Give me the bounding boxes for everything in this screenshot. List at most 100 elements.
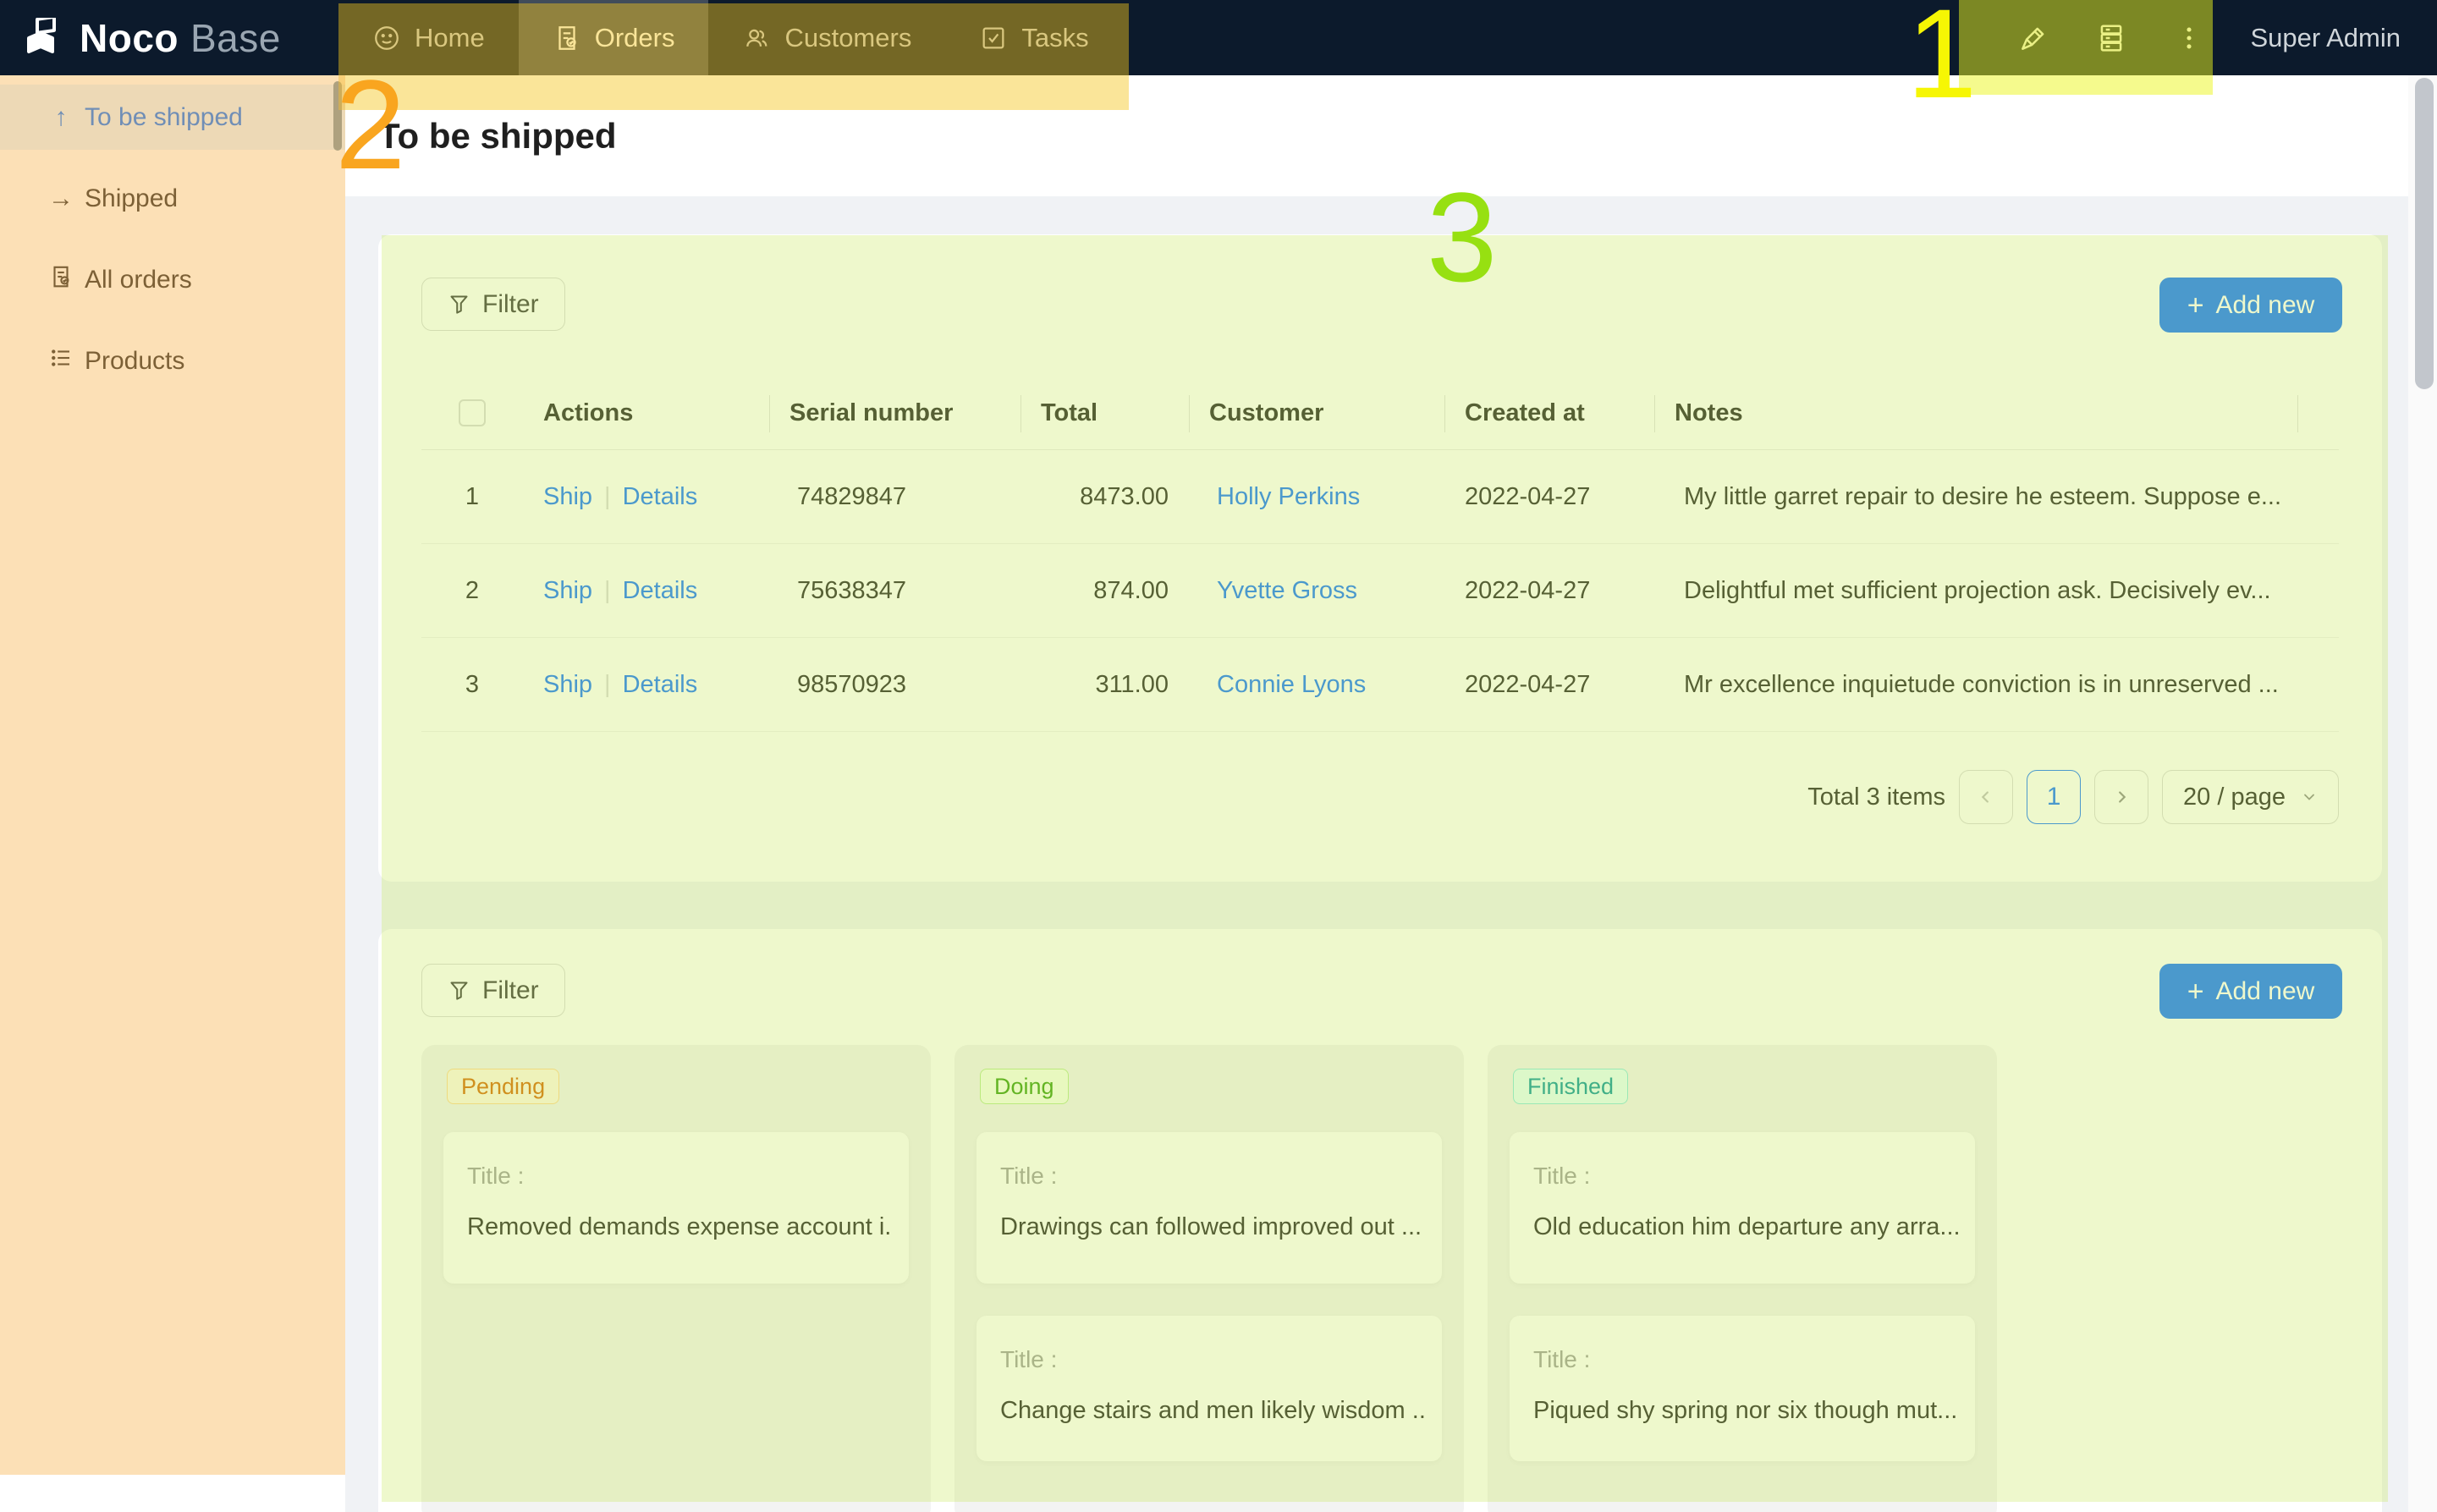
row-total: 874.00 bbox=[1020, 577, 1189, 605]
chevron-left-icon bbox=[1977, 788, 1995, 806]
arrow-up-icon: ↑ bbox=[47, 103, 75, 132]
highlighter-pen-icon[interactable] bbox=[2017, 22, 2049, 54]
orders-table: ActionsSerial numberTotalCustomerCreated… bbox=[421, 377, 2339, 732]
vertical-ellipsis-icon[interactable] bbox=[2173, 22, 2205, 54]
status-tag-pending: Pending bbox=[447, 1069, 559, 1104]
kanban-card-title: Removed demands expense account i... bbox=[467, 1213, 892, 1241]
select-all-checkbox[interactable] bbox=[459, 399, 486, 426]
row-notes: Mr excellence inquietude conviction is i… bbox=[1654, 671, 2297, 699]
nav-item-label: Customers bbox=[784, 23, 911, 53]
nav-item-orders[interactable]: Orders bbox=[519, 0, 709, 75]
kanban-card-field-label: Title : bbox=[1000, 1346, 1057, 1373]
user-menu[interactable]: Super Admin bbox=[2251, 23, 2401, 53]
pagination: Total 3 items 1 20 / page bbox=[1807, 770, 2339, 824]
row-customer: Yvette Gross bbox=[1189, 577, 1444, 605]
kanban-card[interactable]: Title : Change stairs and men likely wisd… bbox=[976, 1316, 1442, 1461]
details-link[interactable]: Details bbox=[623, 671, 698, 698]
action-separator: | bbox=[592, 483, 623, 510]
customer-link[interactable]: Yvette Gross bbox=[1217, 577, 1357, 604]
ship-link[interactable]: Ship bbox=[543, 577, 592, 604]
sidebar-item-shipped[interactable]: → Shipped bbox=[0, 166, 345, 231]
ship-link[interactable]: Ship bbox=[543, 671, 592, 698]
customer-link[interactable]: Holly Perkins bbox=[1217, 483, 1360, 510]
row-index: 3 bbox=[421, 671, 523, 699]
status-tag-finished: Finished bbox=[1513, 1069, 1628, 1104]
row-notes: My little garret repair to desire he est… bbox=[1654, 483, 2297, 511]
page-1-button[interactable]: 1 bbox=[2027, 770, 2081, 824]
nocobase-logo[interactable]: NocoBase bbox=[24, 0, 281, 75]
column-header-Created at: Created at bbox=[1444, 399, 1654, 427]
nav-item-label: Home bbox=[415, 23, 485, 53]
check-square-icon bbox=[979, 24, 1008, 52]
add-new-button[interactable]: + Add new bbox=[2159, 964, 2342, 1019]
row-serial-number: 75638347 bbox=[769, 577, 1020, 605]
table-row[interactable]: 3Ship|Details98570923311.00Connie Lyons2… bbox=[421, 638, 2339, 732]
row-actions: Ship|Details bbox=[523, 483, 769, 511]
column-header-Total: Total bbox=[1020, 399, 1189, 427]
filter-button[interactable]: Filter bbox=[421, 278, 565, 331]
add-new-button[interactable]: + Add new bbox=[2159, 278, 2342, 333]
column-separator bbox=[1020, 395, 1021, 432]
logo-text-noco: Noco bbox=[80, 15, 179, 61]
cube-logo-icon bbox=[24, 18, 68, 58]
page-title: To be shipped bbox=[378, 75, 617, 196]
table-row[interactable]: 2Ship|Details75638347874.00Yvette Gross2… bbox=[421, 544, 2339, 638]
page-header: To be shipped bbox=[345, 75, 2437, 196]
kanban-card[interactable]: Title :Drawings can followed improved ou… bbox=[976, 1132, 1442, 1284]
row-total: 311.00 bbox=[1020, 671, 1189, 699]
main-nav-menu: Home Orders Customers Tasks bbox=[338, 0, 1123, 75]
table-header-row: ActionsSerial numberTotalCustomerCreated… bbox=[421, 377, 2339, 450]
smile-icon bbox=[372, 24, 401, 52]
row-serial-number: 98570923 bbox=[769, 671, 1020, 699]
customer-link[interactable]: Connie Lyons bbox=[1217, 671, 1366, 698]
sidebar-scrollbar-thumb[interactable] bbox=[333, 81, 342, 151]
row-index: 2 bbox=[421, 577, 523, 605]
kanban-card-field-label: Title : bbox=[1533, 1346, 1590, 1373]
list-icon bbox=[47, 345, 75, 377]
details-link[interactable]: Details bbox=[623, 483, 698, 510]
action-separator: | bbox=[592, 671, 623, 698]
filter-button[interactable]: Filter bbox=[421, 964, 565, 1017]
nav-item-home[interactable]: Home bbox=[338, 0, 519, 75]
server-rack-icon[interactable] bbox=[2095, 22, 2127, 54]
arrow-right-icon: → bbox=[47, 184, 75, 213]
kanban-card-title: Piqued shy spring nor six though mut... bbox=[1533, 1397, 1958, 1425]
ship-link[interactable]: Ship bbox=[543, 483, 592, 510]
action-separator: | bbox=[592, 577, 623, 604]
kanban-card-title: Change stairs and men likely wisdom ... bbox=[1000, 1397, 1425, 1425]
status-tag-doing: Doing bbox=[980, 1069, 1069, 1104]
kanban-card-field-label: Title : bbox=[1000, 1163, 1057, 1190]
details-link[interactable]: Details bbox=[623, 577, 698, 604]
kanban-card[interactable]: Title :Old education him departure any a… bbox=[1510, 1132, 1975, 1284]
column-header-Notes: Notes bbox=[1654, 399, 2297, 427]
page-scrollbar-thumb[interactable] bbox=[2415, 78, 2434, 389]
sidebar-item-to-be-shipped[interactable]: ↑To be shipped bbox=[0, 85, 345, 150]
logo-text-base: Base bbox=[190, 15, 281, 61]
tasks-kanban-block: Filter + Add new PendingTitle :Removed d… bbox=[378, 929, 2382, 1512]
sidebar-item-all-orders[interactable]: All orders bbox=[0, 247, 345, 312]
column-separator bbox=[1654, 395, 1655, 432]
page-size-select[interactable]: 20 / page bbox=[2162, 770, 2339, 824]
row-created-at: 2022-04-27 bbox=[1444, 671, 1654, 699]
pagination-total: Total 3 items bbox=[1807, 783, 1945, 811]
nav-item-tasks[interactable]: Tasks bbox=[945, 0, 1122, 75]
page-scrollbar-track[interactable] bbox=[2408, 75, 2437, 1512]
nav-item-customers[interactable]: Customers bbox=[708, 0, 945, 75]
nav-item-label: Orders bbox=[595, 23, 675, 53]
kanban-column-pending: Pending Title :Removed demands expense ac… bbox=[421, 1045, 931, 1512]
kanban-column-doing: Doing Title :Drawings can followed improv… bbox=[954, 1045, 1464, 1512]
sidebar-item-products[interactable]: Products bbox=[0, 328, 345, 393]
row-serial-number: 74829847 bbox=[769, 483, 1020, 511]
next-page-button[interactable] bbox=[2094, 770, 2148, 824]
funnel-icon bbox=[448, 979, 470, 1002]
table-row[interactable]: 1Ship|Details748298478473.00Holly Perkin… bbox=[421, 450, 2339, 544]
chevron-right-icon bbox=[2112, 788, 2131, 806]
sidebar-item-label: All orders bbox=[85, 266, 192, 294]
row-actions: Ship|Details bbox=[523, 671, 769, 699]
kanban-card[interactable]: Title :Removed demands expense account i… bbox=[443, 1132, 909, 1284]
kanban-card[interactable]: Title : Piqued shy spring nor six though … bbox=[1510, 1316, 1975, 1461]
prev-page-button[interactable] bbox=[1959, 770, 2013, 824]
row-notes: Delightful met sufficient projection ask… bbox=[1654, 577, 2297, 605]
app-window: NocoBase HomeOrdersCustomersTasks Super bbox=[0, 0, 2437, 1512]
sidebar-item-label: Shipped bbox=[85, 184, 178, 213]
